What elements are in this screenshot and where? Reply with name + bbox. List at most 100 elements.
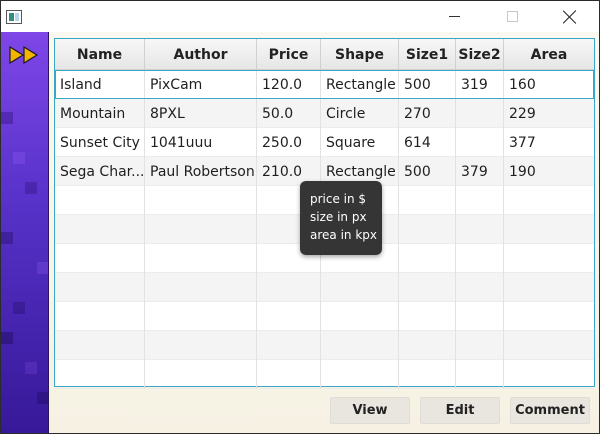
table-cell: [456, 128, 504, 157]
table-cell: [55, 244, 145, 273]
table-cell: [504, 244, 594, 273]
table-cell: Rectangle: [321, 70, 399, 99]
table-cell: [55, 360, 145, 389]
view-button[interactable]: View: [330, 397, 410, 424]
tooltip-line-area: area in kpx: [310, 228, 377, 242]
table-cell: [321, 273, 399, 302]
table-cell: [257, 273, 321, 302]
table-row[interactable]: Island PixCam 120.0 Rectangle 500 319 160: [55, 70, 594, 99]
table-cell: [399, 186, 456, 215]
table-header: Name Author Price Shape Size1 Size2 Area: [55, 39, 594, 70]
close-icon: [563, 10, 577, 24]
table-cell: [399, 302, 456, 331]
table-cell: 190: [509, 163, 536, 180]
table-cell: [145, 215, 257, 244]
table-cell: 250.0: [257, 128, 321, 157]
table-cell: [257, 302, 321, 331]
column-header-area[interactable]: Area: [504, 39, 594, 70]
table-cell: 160: [509, 76, 536, 93]
table-cell: [504, 302, 594, 331]
table-cell: [257, 360, 321, 389]
table-cell: [456, 273, 504, 302]
table-cell: Mountain: [55, 99, 145, 128]
table-row[interactable]: [55, 302, 594, 331]
column-header-size1[interactable]: Size1: [399, 39, 456, 70]
table-cell: [504, 360, 594, 389]
table-cell: [145, 186, 257, 215]
table-cell: Island: [55, 70, 145, 99]
table-cell: [504, 331, 594, 360]
table-cell: Circle: [321, 99, 399, 128]
comment-button[interactable]: Comment: [510, 397, 590, 424]
table-cell: 379: [456, 157, 504, 186]
column-header-name[interactable]: Name: [55, 39, 145, 70]
table-cell: [399, 273, 456, 302]
app-icon: [6, 10, 22, 24]
tooltip-line-price: price in $: [310, 192, 367, 206]
table-cell: 270: [399, 99, 456, 128]
table-row[interactable]: Sunset City 1041uuu 250.0 Square 614 377: [55, 128, 594, 157]
tooltip: price in $ size in px area in kpx: [300, 181, 382, 255]
table-cell: [399, 331, 456, 360]
maximize-button[interactable]: [489, 1, 535, 32]
column-header-shape[interactable]: Shape: [321, 39, 399, 70]
table-cell: 1041uuu: [145, 128, 257, 157]
table-row[interactable]: [55, 331, 594, 360]
table-cell: [321, 302, 399, 331]
table-cell: PixCam: [145, 70, 257, 99]
title-bar: [1, 1, 599, 32]
table-cell: [456, 186, 504, 215]
edit-button[interactable]: Edit: [420, 397, 500, 424]
table-cell: [399, 360, 456, 389]
table-cell: 614: [399, 128, 456, 157]
table-row[interactable]: [55, 273, 594, 302]
table-cell: 377: [509, 134, 536, 151]
table-cell: [321, 360, 399, 389]
table-cell: [456, 99, 504, 128]
table-cell: [504, 215, 594, 244]
table-cell: [399, 215, 456, 244]
minimize-icon: [448, 16, 460, 17]
table-cell: 319: [456, 70, 504, 99]
table-cell: Sega Char...: [55, 157, 145, 186]
table-cell: [456, 302, 504, 331]
table-cell: [55, 273, 145, 302]
table-cell: [145, 331, 257, 360]
table-cell: [456, 244, 504, 273]
table-cell: [55, 215, 145, 244]
table-cell: 8PXL: [145, 99, 257, 128]
tooltip-line-size: size in px: [310, 210, 367, 224]
maximize-icon: [506, 11, 518, 22]
table-cell: 229: [509, 105, 536, 122]
table-cell: [145, 244, 257, 273]
column-header-price[interactable]: Price: [257, 39, 321, 70]
table-cell: [145, 302, 257, 331]
table-row[interactable]: Mountain 8PXL 50.0 Circle 270 229: [55, 99, 594, 128]
table-cell: [456, 331, 504, 360]
column-header-author[interactable]: Author: [145, 39, 257, 70]
table-cell: [399, 244, 456, 273]
fast-forward-icon[interactable]: [9, 46, 41, 64]
table-cell: 50.0: [257, 99, 321, 128]
minimize-button[interactable]: [431, 1, 477, 32]
table-cell: [55, 331, 145, 360]
table-cell: 500: [399, 70, 456, 99]
table-cell: [456, 360, 504, 389]
table-cell: [321, 331, 399, 360]
table-cell: [504, 273, 594, 302]
column-header-size2[interactable]: Size2: [456, 39, 504, 70]
table-cell: [55, 302, 145, 331]
table-cell: Square: [321, 128, 399, 157]
table-cell: [145, 360, 257, 389]
table-cell: [257, 331, 321, 360]
table-cell: [145, 273, 257, 302]
close-button[interactable]: [547, 1, 593, 32]
table-cell: 120.0: [257, 70, 321, 99]
side-panel: [1, 32, 49, 433]
table-row[interactable]: [55, 360, 594, 389]
table-cell: [504, 186, 594, 215]
table-cell: [456, 215, 504, 244]
table-cell: 500: [399, 157, 456, 186]
table-cell: Paul Robertson: [145, 157, 257, 186]
table-cell: [55, 186, 145, 215]
